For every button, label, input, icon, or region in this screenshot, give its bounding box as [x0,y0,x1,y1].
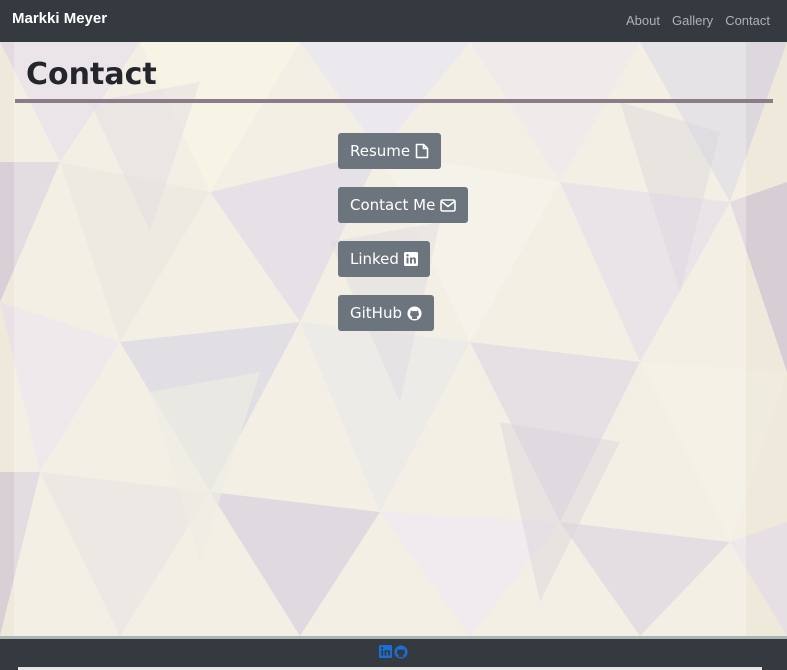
contact-me-button[interactable]: Contact Me [338,187,469,223]
envelope-icon [440,198,457,212]
github-button[interactable]: GitHub [338,295,434,331]
contact-me-button-label: Contact Me [350,196,436,214]
resume-button[interactable]: Resume [338,133,442,169]
nav-link-about[interactable]: About [626,13,660,28]
linkedin-icon [403,252,418,266]
footer-social-icons [379,645,408,664]
nav-link-contact[interactable]: Contact [725,13,770,28]
resume-button-label: Resume [350,142,411,160]
navbar: Markki Meyer About Gallery Contact [0,0,787,42]
title-divider [15,99,773,103]
nav-links: About Gallery Contact [626,13,770,28]
github-icon[interactable] [394,645,408,664]
linkedin-icon[interactable] [379,645,392,664]
page-title: Contact [26,57,157,92]
brand-link[interactable]: Markki Meyer [12,10,107,27]
footer [0,636,787,670]
nav-link-gallery[interactable]: Gallery [672,13,713,28]
file-icon [415,143,429,159]
github-icon [407,305,422,321]
linkedin-button-label: Linked [350,250,399,268]
github-button-label: GitHub [350,304,402,322]
contact-button-list: Resume Contact Me Linked GitHub [338,133,469,349]
linkedin-button[interactable]: Linked [338,241,430,277]
